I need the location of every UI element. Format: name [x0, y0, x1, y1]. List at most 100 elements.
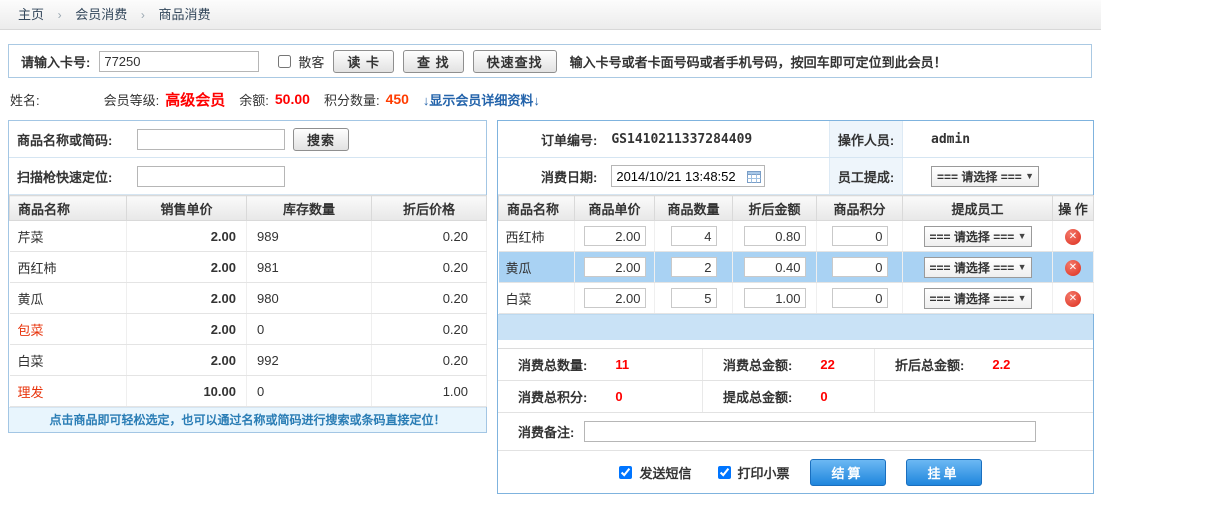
delete-item-icon[interactable]: ✕ [1065, 260, 1081, 276]
item-staff-select[interactable]: === 请选择 === ▼ [924, 257, 1032, 278]
order-item-row: 西红柿 === 请选择 === ▼ ✕ [499, 221, 1094, 252]
product-row[interactable]: 黄瓜 2.00 980 0.20 [10, 283, 487, 314]
order-item-row: 白菜 === 请选择 === ▼ ✕ [499, 283, 1094, 314]
discount-total-label: 折后总金额: [895, 355, 964, 374]
order-item-row: 黄瓜 === 请选择 === ▼ ✕ [499, 252, 1094, 283]
product-row[interactable]: 包菜 2.00 0 0.20 [10, 314, 487, 345]
item-discount-amount-input[interactable] [744, 257, 806, 277]
breadcrumb-separator: › [141, 8, 145, 22]
guest-checkbox[interactable] [278, 55, 291, 68]
item-points-input[interactable] [832, 288, 888, 308]
operator-value: admin [903, 132, 1093, 147]
print-receipt-label: 打印小票 [738, 463, 790, 482]
products-table: 商品名称 销售单价 库存数量 折后价格 芹菜 2.00 989 0.20 [9, 195, 487, 407]
remark-label: 消费备注: [518, 422, 574, 441]
main-panels: 商品名称或简码: 搜索 扫描枪快速定位: 商品名称 销售单价 库存数量 折后价格 [8, 120, 1213, 494]
product-search-button[interactable]: 搜索 [293, 128, 349, 151]
column-header-item-name: 商品名称 [499, 196, 575, 221]
operator-label: 操作人员: [829, 121, 903, 157]
consume-date-input[interactable] [612, 167, 747, 185]
product-row[interactable]: 西红柿 2.00 981 0.20 [10, 252, 487, 283]
item-discount-amount-input[interactable] [744, 288, 806, 308]
item-staff-select[interactable]: === 请选择 === ▼ [924, 288, 1032, 309]
barcode-label: 扫描枪快速定位: [17, 167, 129, 186]
column-header-item-qty: 商品数量 [655, 196, 733, 221]
product-row[interactable]: 白菜 2.00 992 0.20 [10, 345, 487, 376]
product-price-cell: 2.00 [127, 345, 247, 376]
product-panel: 商品名称或简码: 搜索 扫描枪快速定位: 商品名称 销售单价 库存数量 折后价格 [8, 120, 487, 433]
read-card-button[interactable]: 读 卡 [333, 50, 394, 73]
order-summary: 消费总数量: 11 消费总金额: 22 折后总金额: 2.2 消费总积分: 0 [498, 348, 1093, 413]
hold-order-button[interactable]: 挂单 [906, 459, 982, 486]
item-qty-input[interactable] [671, 257, 717, 277]
quick-find-button[interactable]: 快速查找 [473, 50, 557, 73]
product-price-cell: 2.00 [127, 221, 247, 252]
total-amount-value: 22 [820, 357, 834, 372]
points-value: 450 [386, 91, 409, 107]
product-search-row: 商品名称或简码: 搜索 [9, 121, 486, 158]
commission-total-label: 提成总金额: [723, 387, 792, 406]
find-button[interactable]: 查 找 [403, 50, 464, 73]
commission-label: 员工提成: [829, 158, 903, 194]
item-points-input[interactable] [832, 257, 888, 277]
product-discount-cell: 1.00 [372, 376, 487, 407]
column-header-discount-price: 折后价格 [372, 196, 487, 221]
balance-label: 余额: [239, 90, 269, 109]
breadcrumb: 主页 › 会员消费 › 商品消费 [0, 0, 1101, 30]
settle-button[interactable]: 结算 [810, 459, 886, 486]
discount-total-cell: 折后总金额: 2.2 [875, 349, 1093, 380]
print-receipt-checkbox[interactable] [718, 466, 731, 479]
order-number-label: 订单编号: [541, 130, 597, 149]
breadcrumb-home[interactable]: 主页 [18, 7, 44, 22]
delete-item-icon[interactable]: ✕ [1065, 229, 1081, 245]
actions-row: 发送短信 打印小票 结算 挂单 [498, 451, 1093, 493]
product-discount-cell: 0.20 [372, 283, 487, 314]
guest-checkbox-label: 散客 [298, 52, 324, 71]
breadcrumb-separator: › [58, 8, 62, 22]
remark-input[interactable] [584, 421, 1036, 442]
member-name-label: 姓名: [10, 90, 40, 109]
breadcrumb-member-consume[interactable]: 会员消费 [75, 7, 127, 22]
column-header-actions: 操 作 [1053, 196, 1094, 221]
delete-item-icon[interactable]: ✕ [1065, 291, 1081, 307]
card-number-input[interactable] [99, 51, 259, 72]
order-item-name: 西红柿 [499, 221, 575, 252]
product-row[interactable]: 芹菜 2.00 989 0.20 [10, 221, 487, 252]
send-sms-checkbox[interactable] [619, 466, 632, 479]
products-header-row: 商品名称 销售单价 库存数量 折后价格 [10, 196, 487, 221]
column-header-item-points: 商品积分 [817, 196, 903, 221]
product-name-cell: 包菜 [10, 314, 127, 345]
show-member-details-link[interactable]: ↓显示会员详细资料↓ [423, 90, 540, 109]
item-discount-amount-input[interactable] [744, 226, 806, 246]
product-search-input[interactable] [137, 129, 285, 150]
item-price-input[interactable] [584, 257, 646, 277]
total-amount-label: 消费总金额: [723, 355, 792, 374]
product-panel-note: 点击商品即可轻松选定，也可以通过名称或简码进行搜索或条码直接定位！ [9, 407, 486, 432]
total-qty-cell: 消费总数量: 11 [498, 349, 703, 380]
breadcrumb-product-consume: 商品消费 [159, 7, 211, 22]
order-header-row: 商品名称 商品单价 商品数量 折后金额 商品积分 提成员工 操 作 [499, 196, 1094, 221]
product-price-cell: 2.00 [127, 283, 247, 314]
commission-select[interactable]: === 请选择 === ▼ [931, 166, 1039, 187]
total-points-value: 0 [615, 389, 622, 404]
item-qty-input[interactable] [671, 288, 717, 308]
points-label: 积分数量: [324, 90, 380, 109]
item-qty-input[interactable] [671, 226, 717, 246]
consume-date-label: 消费日期: [541, 167, 597, 186]
order-items-table: 商品名称 商品单价 商品数量 折后金额 商品积分 提成员工 操 作 西红柿 [498, 195, 1094, 314]
product-discount-cell: 0.20 [372, 252, 487, 283]
total-qty-value: 11 [615, 357, 629, 372]
item-price-input[interactable] [584, 226, 646, 246]
member-level-value: 高级会员 [165, 89, 225, 110]
product-row[interactable]: 理发 10.00 0 1.00 [10, 376, 487, 407]
column-header-product-name: 商品名称 [10, 196, 127, 221]
commission-select-value: === 请选择 === [937, 168, 1022, 185]
item-points-input[interactable] [832, 226, 888, 246]
item-price-input[interactable] [584, 288, 646, 308]
card-hint-text: 输入卡号或者卡面号码或者手机号码，按回车即可定位到此会员！ [570, 52, 947, 71]
barcode-input[interactable] [137, 166, 285, 187]
calendar-icon[interactable] [747, 170, 761, 183]
product-price-cell: 2.00 [127, 252, 247, 283]
product-stock-cell: 989 [247, 221, 372, 252]
item-staff-select[interactable]: === 请选择 === ▼ [924, 226, 1032, 247]
